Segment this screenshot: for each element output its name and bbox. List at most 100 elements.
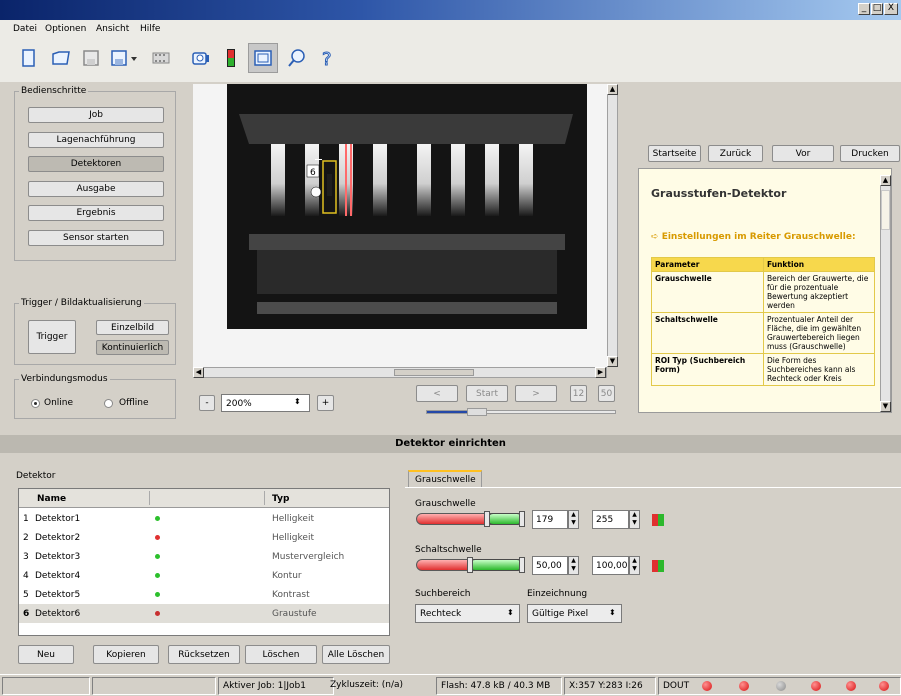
zoom-out-button[interactable]: - (199, 395, 215, 411)
table-row-selected[interactable]: 6 Detektor6 Graustufe (19, 604, 389, 623)
gray-max-handle[interactable] (519, 511, 525, 527)
camera-image[interactable]: 6 (193, 84, 607, 367)
row-number: 4 (23, 571, 29, 581)
save-icon[interactable] (76, 43, 106, 73)
search-area-label: Suchbereich (415, 589, 471, 599)
close-button[interactable]: X (884, 3, 898, 15)
gray-threshold-slider[interactable] (416, 511, 525, 527)
steps-group-title: Bedienschritte (19, 86, 89, 96)
help-home-button[interactable]: Startseite (648, 145, 701, 162)
prev-button[interactable]: < (416, 385, 458, 402)
table-row[interactable]: 1 Detektor1 Helligkeit (19, 509, 389, 528)
table-row[interactable]: 3 Detektor3 Mustervergleich (19, 547, 389, 566)
scroll-left-arrow-icon[interactable]: ◀ (193, 367, 204, 378)
help-scroll-down-icon[interactable]: ▼ (880, 401, 891, 412)
step-ergebnis-button[interactable]: Ergebnis (28, 205, 164, 221)
col-divider (149, 491, 150, 505)
help-param: Grauschwelle (651, 271, 764, 313)
help-icon[interactable]: ? (312, 43, 342, 73)
search-area-select[interactable]: Rechteck ⬍ (415, 604, 520, 623)
switch-max-handle[interactable] (519, 557, 525, 573)
help-scroll-thumb[interactable] (881, 190, 890, 230)
help-back-button[interactable]: Zurück (708, 145, 763, 162)
menu-hilfe[interactable]: Hilfe (140, 24, 160, 34)
step-lagenachfuehrung-button[interactable]: Lagenachführung (28, 132, 164, 148)
zoom-select[interactable]: 200% ⬍ (221, 394, 310, 412)
scroll-right-arrow-icon[interactable]: ▶ (595, 367, 606, 378)
zoom-icon[interactable] (282, 43, 312, 73)
minimize-button[interactable]: _ (858, 3, 870, 15)
copy-detector-button[interactable]: Kopieren (93, 645, 159, 664)
steps-group: Bedienschritte Job Lagenachführung Detek… (14, 86, 176, 261)
next-button[interactable]: > (515, 385, 557, 402)
gray-min-input[interactable]: 179 (532, 510, 568, 529)
help-forward-button[interactable]: Vor (772, 145, 834, 162)
open-folder-icon[interactable] (46, 43, 76, 73)
help-scroll-up-icon[interactable]: ▲ (880, 175, 891, 186)
gray-max-input[interactable]: 255 (592, 510, 629, 529)
offline-radio[interactable] (104, 399, 113, 408)
single-image-button[interactable]: Einzelbild (96, 320, 169, 335)
delete-all-button[interactable]: Alle Löschen (322, 645, 390, 664)
switch-max-input[interactable]: 100,00 (592, 556, 629, 575)
row-name: Detektor6 (35, 609, 81, 619)
gray-max-spinner[interactable]: ▲ ▼ (629, 510, 640, 529)
row-name: Detektor4 (35, 571, 81, 581)
trigger-button[interactable]: Trigger (28, 320, 76, 354)
switch-min-spinner[interactable]: ▲ ▼ (568, 556, 579, 575)
step-sensor-starten-button[interactable]: Sensor starten (28, 230, 164, 246)
table-row[interactable]: 5 Detektor5 Kontrast (19, 585, 389, 604)
help-vscrollbar[interactable]: ▲ ▼ (880, 175, 891, 412)
detector-table: Name Typ 1 Detektor1 Helligkeit 2 Detekt… (18, 488, 390, 636)
switch-min-handle[interactable] (467, 557, 473, 573)
start-button[interactable]: Start (466, 385, 508, 402)
menu-optionen[interactable]: Optionen (45, 24, 86, 34)
continuous-button[interactable]: Kontinuierlich (96, 340, 169, 355)
new-file-icon[interactable] (14, 43, 44, 73)
scroll-up-arrow-icon[interactable]: ▲ (607, 84, 618, 95)
delete-detector-button[interactable]: Löschen (245, 645, 317, 664)
step-detektoren-button[interactable]: Detektoren (28, 156, 164, 172)
arrow-right-icon: ➪ (651, 232, 662, 242)
step-ausgabe-button[interactable]: Ausgabe (28, 181, 164, 197)
menu-ansicht[interactable]: Ansicht (96, 24, 129, 34)
film-icon[interactable] (146, 43, 176, 73)
help-print-button[interactable]: Drucken (840, 145, 900, 162)
playback-thumb[interactable] (467, 408, 487, 416)
dropdown-arrow-icon[interactable] (128, 43, 140, 73)
reset-detector-button[interactable]: Rücksetzen (168, 645, 240, 664)
row-name: Detektor2 (35, 533, 81, 543)
detector-table-header: Name Typ (19, 489, 389, 508)
window-mode-icon[interactable] (248, 43, 278, 73)
help-title: Grausstufen-Detektor (651, 187, 787, 200)
dout-led-4-icon (811, 681, 821, 691)
step-job-button[interactable]: Job (28, 107, 164, 123)
online-radio[interactable] (31, 399, 40, 408)
row-type: Graustufe (272, 609, 317, 619)
scroll-down-arrow-icon[interactable]: ▼ (607, 356, 618, 367)
camera-icon[interactable] (186, 43, 216, 73)
playback-slider[interactable] (426, 408, 616, 416)
zoom-in-button[interactable]: + (317, 395, 334, 411)
table-row[interactable]: 2 Detektor2 Helligkeit (19, 528, 389, 547)
switch-threshold-slider[interactable] (416, 557, 525, 573)
row-number: 3 (23, 552, 29, 562)
help-param: ROI Typ (Suchbereich Form) (651, 353, 764, 386)
col-type-header: Typ (272, 494, 290, 504)
draw-mode-select[interactable]: Gültige Pixel ⬍ (527, 604, 622, 623)
gray-min-handle[interactable] (484, 511, 490, 527)
camera-hscrollbar[interactable]: ◀ ▶ (193, 367, 607, 378)
hscroll-thumb[interactable] (394, 369, 474, 376)
maximize-button[interactable]: □ (871, 3, 883, 15)
row-name: Detektor1 (35, 514, 81, 524)
switch-max-spinner[interactable]: ▲ ▼ (629, 556, 640, 575)
tab-grauschwelle[interactable]: Grauschwelle (408, 470, 482, 488)
menu-datei[interactable]: Datei (13, 24, 37, 34)
new-detector-button[interactable]: Neu (18, 645, 74, 664)
switch-min-input[interactable]: 50,00 (532, 556, 568, 575)
camera-vscrollbar[interactable]: ▲ ▼ (607, 84, 618, 367)
status-dot-icon (155, 611, 160, 616)
gray-min-spinner[interactable]: ▲ ▼ (568, 510, 579, 529)
traffic-light-icon[interactable] (216, 43, 246, 73)
table-row[interactable]: 4 Detektor4 Kontur (19, 566, 389, 585)
